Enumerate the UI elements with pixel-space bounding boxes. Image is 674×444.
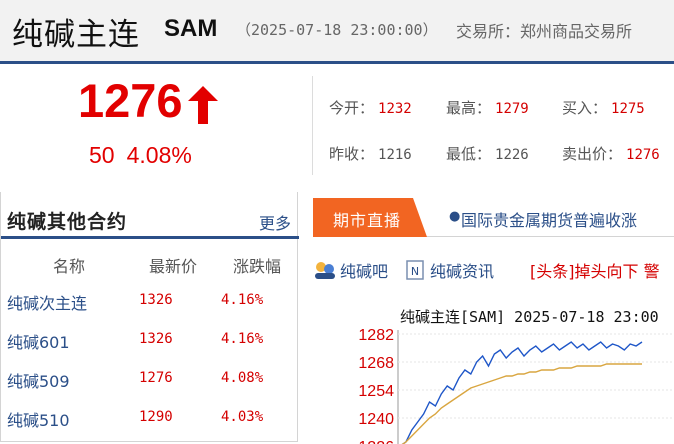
change-value: 50 — [89, 142, 115, 168]
column-header-price: 最新价 — [149, 257, 198, 276]
contract-pct: 4.16% — [221, 292, 264, 308]
news-headline-link[interactable]: 国际贵金属期货普遍收涨 — [461, 207, 637, 231]
more-link[interactable]: 更多 — [259, 210, 291, 234]
contract-price: 1290 — [139, 409, 173, 425]
contract-price: 1276 — [139, 370, 173, 386]
price-change: 50 4.08% — [89, 142, 192, 169]
stat-bid: 买入： 1275 — [562, 97, 645, 118]
stat-low-value: 1226 — [495, 147, 529, 163]
change-percent: 4.08% — [126, 142, 192, 168]
stat-high-value: 1279 — [495, 101, 529, 117]
live-tab-label: 期市直播 — [333, 211, 402, 230]
column-header-name: 名称 — [53, 257, 86, 276]
stat-low-label: 最低： — [446, 145, 492, 163]
quote-divider — [312, 76, 313, 175]
chart-title: 纯碱主连[SAM] 2025-07-18 23:00 — [400, 308, 659, 326]
chart-y-tick-label: 1282 — [358, 327, 394, 344]
stat-ask-label: 卖出价： — [562, 145, 623, 163]
chart-y-tick-label: 1240 — [358, 411, 394, 428]
stat-high-label: 最高： — [446, 99, 492, 117]
stat-bid-value: 1275 — [611, 101, 645, 117]
stat-open-label: 今开： — [329, 99, 375, 117]
other-contracts-header: 纯碱其他合约 更多 — [1, 192, 299, 239]
intraday-chart: 纯碱主连[SAM] 2025-07-18 23:00 1282 1268 1254 1… — [358, 308, 674, 444]
up-arrow-icon — [188, 86, 218, 124]
last-price: 1276 — [78, 74, 183, 127]
chart-y-tick-label: 1226 — [358, 439, 394, 444]
live-news-bar: 期市直播 ● 国际贵金属期货普遍收涨 — [313, 198, 674, 237]
page-header: 纯碱主连 SAM （2025-07-18 23:00:00） 交易所：郑州商品交… — [0, 0, 674, 64]
stat-ask: 卖出价： 1276 — [562, 143, 660, 164]
contract-link[interactable]: 纯碱601 — [7, 329, 70, 353]
chart-y-tick-label: 1268 — [358, 355, 394, 372]
contract-pct: 4.08% — [221, 370, 264, 386]
other-contracts-panel: 纯碱其他合约 更多 名称 最新价 涨跌幅 纯碱次主连 1326 4.16% 纯碱… — [0, 192, 299, 444]
contract-link[interactable]: 纯碱509 — [7, 368, 70, 392]
svg-text:N: N — [411, 265, 419, 278]
bullet-icon: ● — [449, 209, 461, 224]
stat-bid-label: 买入： — [562, 99, 608, 117]
quote-timestamp: （2025-07-18 23:00:00） — [236, 21, 438, 39]
soda-ash-info-link[interactable]: 纯碱资讯 — [430, 258, 494, 282]
stat-prev-value: 1216 — [378, 147, 412, 163]
column-header-pct: 涨跌幅 — [233, 257, 282, 276]
news-doc-icon: N — [406, 260, 424, 280]
contract-pct: 4.03% — [221, 409, 264, 425]
contract-price: 1326 — [139, 292, 173, 308]
contract-name: 纯碱主连 — [12, 17, 140, 53]
table-row: 纯碱510 1290 4.03% — [1, 407, 299, 444]
contract-price: 1326 — [139, 331, 173, 347]
live-tab[interactable]: 期市直播 — [313, 198, 427, 237]
stat-open: 今开： 1232 — [329, 97, 412, 118]
other-contracts-title: 纯碱其他合约 — [7, 211, 128, 233]
chart-y-tick-label: 1254 — [358, 383, 394, 400]
contract-pct: 4.16% — [221, 331, 264, 347]
contract-code: SAM — [164, 15, 218, 42]
stat-high: 最高： 1279 — [446, 97, 529, 118]
stat-open-value: 1232 — [378, 101, 412, 117]
contract-link[interactable]: 纯碱次主连 — [7, 290, 87, 314]
table-row: 纯碱509 1276 4.08% — [1, 368, 299, 407]
contract-link[interactable]: 纯碱510 — [7, 407, 70, 431]
stat-ask-value: 1276 — [626, 147, 660, 163]
chart-price-line — [401, 341, 643, 444]
exchange-label: 交易所：郑州商品交易所 — [456, 22, 633, 41]
forum-users-icon — [315, 262, 335, 279]
table-row: 纯碱601 1326 4.16% — [1, 329, 299, 368]
headline-link[interactable]: [头条]掉头向下 警 — [530, 258, 660, 282]
stat-prev-label: 昨收： — [329, 145, 375, 163]
soda-ash-bar-link[interactable]: 纯碱吧 — [340, 258, 388, 282]
table-row: 纯碱次主连 1326 4.16% — [1, 290, 299, 329]
stat-low: 最低： 1226 — [446, 143, 529, 164]
stat-prev-close: 昨收： 1216 — [329, 143, 412, 164]
